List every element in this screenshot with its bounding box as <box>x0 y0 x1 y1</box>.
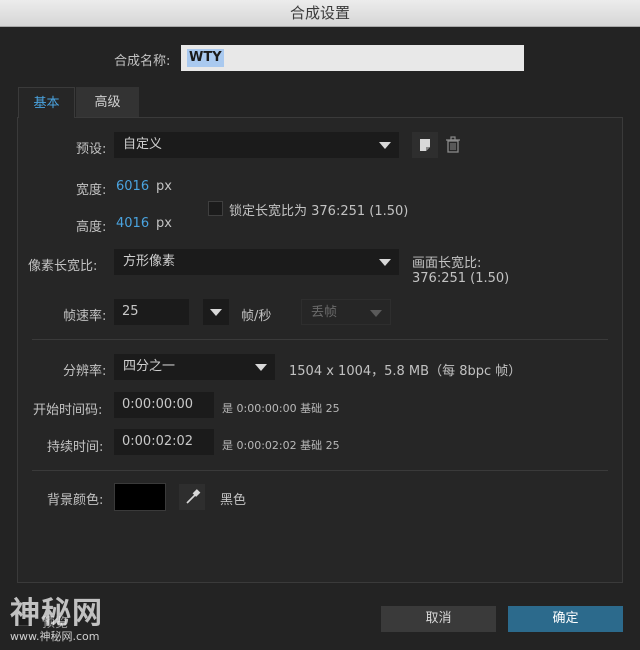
chevron-down-icon <box>379 259 391 266</box>
resolution-label: 分辨率: <box>63 364 107 379</box>
save-preset-icon <box>420 139 430 151</box>
window-title: 合成设置 <box>0 0 640 27</box>
resolution-dropdown[interactable]: 四分之一 <box>114 354 275 380</box>
frame-aspect-value: 376:251 (1.50) <box>412 271 510 286</box>
frame-rate-unit: 帧/秒 <box>241 309 272 324</box>
chevron-down-icon <box>370 310 382 317</box>
resolution-value: 四分之一 <box>123 359 176 374</box>
height-label: 高度: <box>76 220 107 235</box>
width-label: 宽度: <box>76 183 107 198</box>
pixel-aspect-value: 方形像素 <box>123 254 176 269</box>
chevron-down-icon <box>379 142 391 149</box>
frame-rate-label: 帧速率: <box>63 309 107 324</box>
start-timecode-input[interactable]: 0:00:00:00 <box>114 392 214 418</box>
lock-aspect-checkbox[interactable] <box>208 201 223 216</box>
duration-info: 是 0:00:02:02 基础 25 <box>222 439 340 452</box>
trash-icon <box>446 136 460 153</box>
start-timecode-info: 是 0:00:00:00 基础 25 <box>222 402 340 415</box>
preset-label: 预设: <box>76 142 107 157</box>
pixel-aspect-dropdown[interactable]: 方形像素 <box>114 249 399 275</box>
frame-rate-dropdown[interactable] <box>203 299 229 325</box>
tab-basic[interactable]: 基本 <box>18 87 75 118</box>
lock-aspect-label: 锁定长宽比为 376:251 (1.50) <box>229 204 409 219</box>
height-value[interactable]: 4016 <box>116 216 149 231</box>
width-unit: px <box>156 179 172 194</box>
separator <box>32 470 608 471</box>
composition-name-input[interactable]: WTY <box>181 45 524 71</box>
duration-label: 持续时间: <box>47 440 104 455</box>
preset-value: 自定义 <box>123 137 163 152</box>
composition-name-label: 合成名称: <box>114 54 171 69</box>
resolution-info: 1504 x 1004，5.8 MB（每 8bpc 帧） <box>289 364 522 379</box>
tab-advanced[interactable]: 高级 <box>76 87 139 118</box>
duration-input[interactable]: 0:00:02:02 <box>114 429 214 455</box>
separator <box>32 339 608 340</box>
frame-rate-input[interactable]: 25 <box>114 299 189 325</box>
drop-frame-dropdown[interactable]: 丢帧 <box>301 299 391 325</box>
ok-button[interactable]: 确定 <box>508 606 623 632</box>
background-color-swatch[interactable] <box>114 483 166 511</box>
pixel-aspect-label: 像素长宽比: <box>28 259 98 274</box>
height-unit: px <box>156 216 172 231</box>
watermark-title: 神秘网 <box>10 596 103 631</box>
drop-frame-value: 丢帧 <box>311 305 338 320</box>
background-color-name: 黑色 <box>220 493 247 508</box>
delete-preset-button[interactable] <box>440 132 466 158</box>
composition-name-value: WTY <box>187 49 224 67</box>
save-preset-button[interactable] <box>412 132 438 158</box>
start-timecode-label: 开始时间码: <box>33 403 103 418</box>
cancel-button[interactable]: 取消 <box>381 606 496 632</box>
chevron-down-icon <box>210 309 222 316</box>
basic-settings-panel <box>17 117 623 583</box>
width-value[interactable]: 6016 <box>116 179 149 194</box>
eyedropper-icon <box>186 489 201 504</box>
watermark-url: www.神秘网.com <box>10 630 100 643</box>
background-color-label: 背景颜色: <box>47 493 104 508</box>
eyedropper-button[interactable] <box>179 484 205 510</box>
preset-dropdown[interactable]: 自定义 <box>114 132 399 158</box>
chevron-down-icon <box>255 364 267 371</box>
frame-aspect-label: 画面长宽比: <box>412 256 482 271</box>
